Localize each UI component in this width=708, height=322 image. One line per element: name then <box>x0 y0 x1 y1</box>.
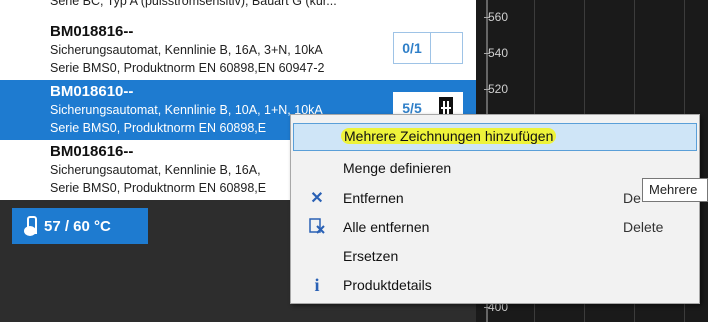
remove-all-icon <box>307 217 327 237</box>
menu-item-remove[interactable]: ✕ Entfernen De <box>293 185 697 213</box>
y-tick-label: 520 <box>483 82 509 96</box>
temperature-badge[interactable]: 57 / 60 °C <box>12 208 148 244</box>
y-tick-label: 540 <box>483 46 509 60</box>
drawing-slot[interactable] <box>431 32 463 64</box>
menu-item-label: Entfernen <box>343 190 404 206</box>
menu-item-replace[interactable]: Ersetzen <box>293 243 697 271</box>
menu-item-label: Ersetzen <box>343 248 399 264</box>
menu-item-product-details[interactable]: i Produktdetails <box>293 272 697 300</box>
list-item[interactable]: BM018816-- Sicherungsautomat, Kennlinie … <box>0 20 476 80</box>
close-icon: ✕ <box>310 190 324 207</box>
menu-item-label: Alle entfernen <box>343 219 430 235</box>
menu-item-label: Mehrere Zeichnungen hinzufügen <box>341 128 557 144</box>
thermometer-icon <box>24 216 37 236</box>
menu-item-label: Menge definieren <box>343 160 452 176</box>
menu-item-remove-all[interactable]: Alle entfernen Delete <box>293 214 697 242</box>
menu-item-shortcut: Delete <box>623 219 664 235</box>
menu-item-define-quantity[interactable]: Menge definieren <box>293 155 697 183</box>
menu-item-shortcut: De <box>623 190 641 206</box>
tooltip: Mehrere <box>642 178 708 202</box>
temperature-value: 57 / 60 °C <box>44 217 111 235</box>
list-item-partial[interactable]: Serie BC, Typ A (pulsstromsensitiv), Bau… <box>0 0 476 16</box>
y-tick-label: 560 <box>483 10 509 24</box>
info-icon: i <box>314 275 320 295</box>
context-menu: Mehrere Zeichnungen hinzufügen Menge def… <box>290 114 700 304</box>
quantity-field[interactable]: 0/1 <box>393 32 431 64</box>
menu-item-add-drawings[interactable]: Mehrere Zeichnungen hinzufügen <box>293 123 697 151</box>
menu-item-label: Produktdetails <box>343 277 432 293</box>
product-serie: Serie BC, Typ A (pulsstromsensitiv), Bau… <box>50 0 337 8</box>
